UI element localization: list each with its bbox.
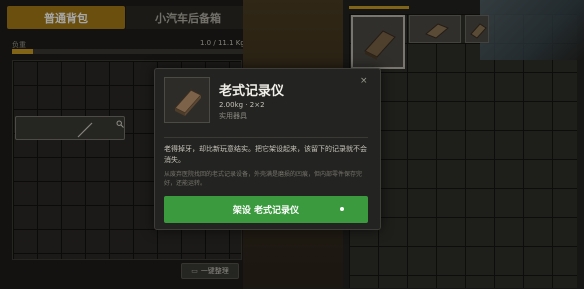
item-meta: 2.00kg · 2×2 — [219, 101, 265, 109]
item-lore-note: 从废弃医院找回的老式记录设备，外壳满是磨损的凹痕，但内部零件保存完好，还能运转。 — [164, 171, 363, 187]
item-thumbnail — [164, 77, 210, 123]
cursor-dot — [340, 207, 344, 211]
item-description: 老得掉牙，却比新玩意结实。把它架设起来，该留下的记录就不会消失。 — [164, 145, 367, 164]
item-category: 实用器具 — [219, 112, 247, 120]
modal-divider — [164, 137, 368, 138]
item-title: 老式记录仪 — [219, 84, 285, 99]
close-icon[interactable]: × — [360, 76, 368, 86]
deploy-button[interactable]: 架设 老式记录仪 — [164, 196, 368, 223]
recorder-item-icon — [174, 89, 202, 116]
deploy-button-label: 架设 老式记录仪 — [232, 206, 300, 216]
